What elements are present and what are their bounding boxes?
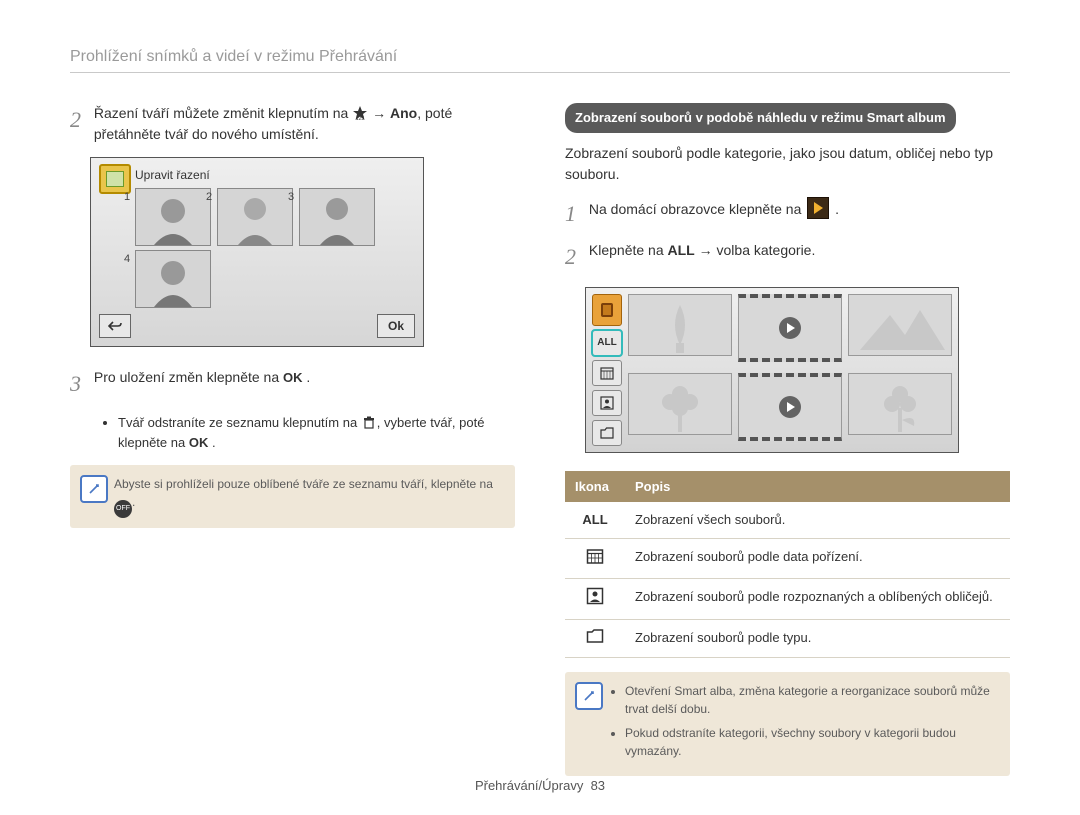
side-face-icon[interactable] [592,390,622,416]
r-step-1-num: 1 [565,197,585,230]
table-row: Zobrazení souborů podle rozpoznaných a o… [565,579,1010,620]
face-thumb-4: 4 [135,250,211,308]
bullet-part1: Tvář odstraníte ze seznamu klepnutím na [118,415,361,430]
face-thumb-2: 2 [217,188,293,246]
step-2-ano: Ano [390,105,417,121]
step-3: 3 Pro uložení změn klepněte na OK . [70,367,515,400]
step-2: 2 Řazení tváří můžete změnit klepnutím n… [70,103,515,145]
category-strip: ALL [592,294,622,446]
side-calendar-icon[interactable] [592,360,622,386]
note-left: Abyste si prohlíželi pouze oblíbené tvář… [70,465,515,528]
star-rank-icon: 123 [352,105,368,121]
face-thumb-1: 1 [135,188,211,246]
grid-thumb-1 [628,294,732,356]
page-header: Prohlížení snímků a videí v režimu Přehr… [70,48,1010,73]
back-arrow-icon [108,320,122,332]
side-album-icon[interactable] [592,294,622,326]
back-button[interactable] [99,314,131,338]
step-3-bullet: Tvář odstraníte ze seznamu klepnutím na … [100,413,515,452]
r-step-2-num: 2 [565,240,585,273]
r-step-1-part1: Na domácí obrazovce klepněte na [589,201,805,217]
right-column: Zobrazení souborů v podobě náhledu v rež… [565,103,1010,776]
play-overlay-icon [779,317,801,339]
folder-icon [586,628,604,646]
r-step-1-text: Na domácí obrazovce klepněte na . [589,197,1006,220]
r-step-1: 1 Na domácí obrazovce klepněte na . [565,197,1010,230]
face-thumb-3: 3 [299,188,375,246]
grid-thumb-6 [848,373,952,435]
table-row: ALL Zobrazení všech souborů. [565,502,1010,538]
row-icon-all: ALL [565,502,625,538]
table-header-icon: Ikona [565,471,625,503]
note-left-dot: . [132,495,135,509]
icon-description-table: Ikona Popis ALL Zobrazení všech souborů.… [565,471,1010,659]
footer-page-number: 83 [591,778,605,793]
svg-text:123: 123 [356,116,365,121]
table-header-desc: Popis [625,471,1010,503]
smart-album-intro: Zobrazení souborů podle kategorie, jako … [565,143,1010,185]
r-step-2-part2: → volba kategorie. [695,242,816,258]
side-all-button[interactable]: ALL [592,330,622,356]
note-icon [575,682,603,710]
ok-inline-icon: OK [283,370,303,385]
note-right-b2: Pokud odstraníte kategorii, všechny soub… [625,724,998,760]
step-3-number: 3 [70,367,90,400]
note-right-b1: Otevření Smart alba, změna kategorie a r… [625,682,998,718]
table-row: Zobrazení souborů podle typu. [565,619,1010,658]
step-2-number: 2 [70,103,90,136]
r-step-2-all: ALL [668,242,695,258]
screenshot-title: Upravit řazení [135,166,415,184]
row-icon-face [565,579,625,620]
face-icon [586,587,604,605]
step-3-dot: . [303,369,311,385]
grid-thumb-4 [628,373,732,435]
note-right: Otevření Smart alba, změna kategorie a r… [565,672,1010,776]
star-off-icon: OFF [114,500,132,518]
row-desc-all: Zobrazení všech souborů. [625,502,1010,538]
grid-thumb-3 [848,294,952,356]
row-desc-face: Zobrazení souborů podle rozpoznaných a o… [625,579,1010,620]
r-step-2-part1: Klepněte na [589,242,668,258]
edit-order-screenshot: Upravit řazení 1 2 3 [90,157,424,347]
thumb-num-1: 1 [124,189,130,206]
row-icon-folder [565,619,625,658]
row-desc-calendar: Zobrazení souborů podle data pořízení. [625,538,1010,579]
bullet-dot: . [208,435,215,450]
calendar-icon [586,547,604,565]
page-footer: Přehrávání/Úpravy 83 [0,778,1080,793]
playback-mode-icon [807,197,829,219]
step-3-text: Pro uložení změn klepněte na OK . [94,367,511,388]
grid-thumb-5-video [738,373,842,441]
step-2-part1: Řazení tváří můžete změnit klepnutím na [94,105,352,121]
thumb-num-3: 3 [288,189,294,206]
step-3-part1: Pro uložení změn klepněte na [94,369,283,385]
note-left-text: Abyste si prohlíželi pouze oblíbené tvář… [114,477,493,491]
footer-label: Přehrávání/Úpravy [475,778,583,793]
r-step-1-dot: . [831,201,839,217]
row-icon-calendar [565,538,625,579]
bullet-ok-icon: OK [189,435,209,450]
note-icon [80,475,108,503]
thumb-num-2: 2 [206,189,212,206]
table-row: Zobrazení souborů podle data pořízení. [565,538,1010,579]
step-2-arrow: → [368,105,390,121]
step-2-text: Řazení tváří můžete změnit klepnutím na … [94,103,511,145]
r-step-2: 2 Klepněte na ALL → volba kategorie. [565,240,1010,273]
trash-icon [361,415,377,431]
thumb-num-4: 4 [124,251,130,268]
play-overlay-icon [779,396,801,418]
left-column: 2 Řazení tváří můžete změnit klepnutím n… [70,103,515,776]
r-step-2-text: Klepněte na ALL → volba kategorie. [589,240,1006,261]
ok-button[interactable]: Ok [377,314,415,338]
side-folder-icon[interactable] [592,420,622,446]
smart-album-heading: Zobrazení souborů v podobě náhledu v rež… [565,103,956,133]
smart-album-screenshot: ALL [585,287,959,453]
row-desc-folder: Zobrazení souborů podle typu. [625,619,1010,658]
grid-thumb-2-video [738,294,842,362]
